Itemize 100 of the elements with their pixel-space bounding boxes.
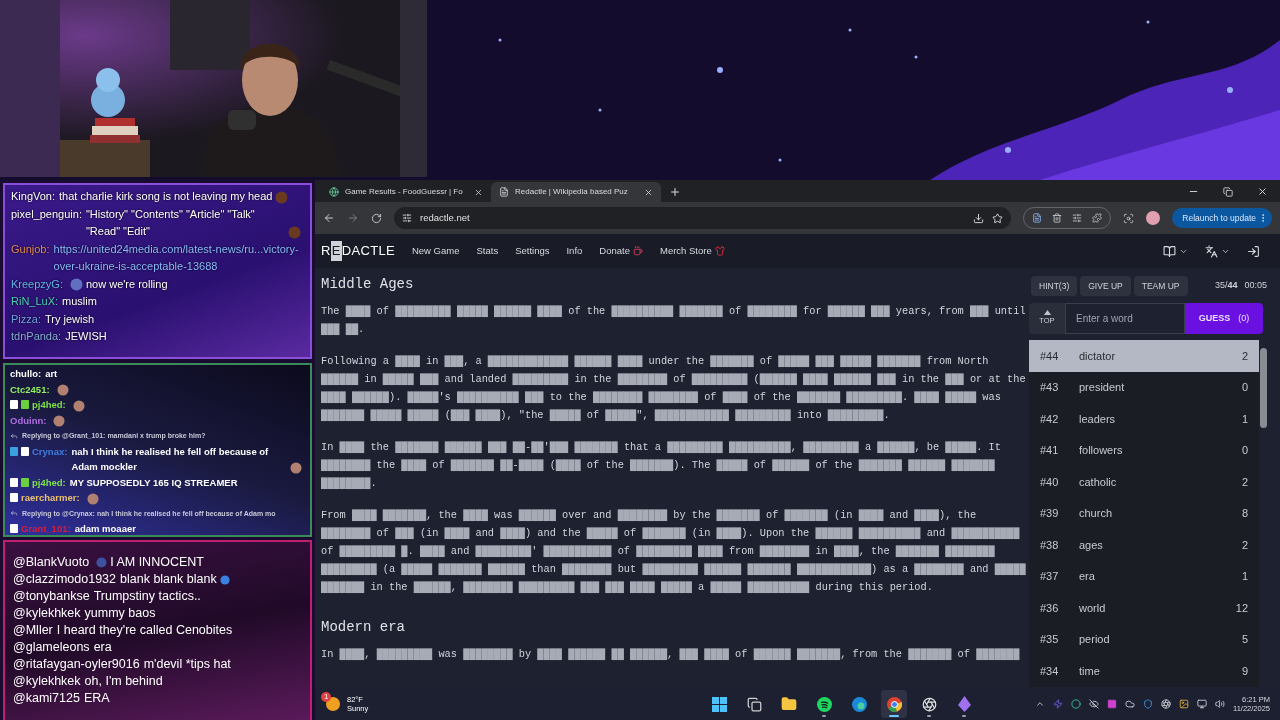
hit-count: 5	[1241, 632, 1249, 647]
chat-text: nah I think he realised he fell off because of Adam mockler	[71, 444, 270, 474]
chat-text: m'devil *tips hat	[143, 656, 231, 673]
guess-word: era	[1079, 569, 1096, 584]
chat-username: @Mller	[13, 622, 53, 639]
chat-text: adam moaaer	[74, 522, 136, 535]
browser-tab[interactable]: Redactle | Wikipedia based Puz	[491, 182, 661, 202]
guess-number: #42	[1040, 411, 1060, 427]
chat-text: muslim	[62, 294, 97, 309]
chat-text: JEWISH	[65, 329, 107, 344]
chat-username: pj4hed:	[32, 475, 66, 490]
chat-username: @glameleons	[13, 639, 90, 656]
chat-text: I heard they're called Cenobites	[56, 622, 233, 639]
guess-input[interactable]: Enter a word	[1065, 303, 1185, 334]
guess-word: time	[1079, 663, 1101, 679]
notification-badge: 1	[321, 692, 332, 702]
guess-row[interactable]: #34 time 9	[1029, 655, 1260, 687]
section-heading: Modern era	[321, 618, 406, 636]
guess-row[interactable]: #35 period 5	[1029, 623, 1260, 655]
hit-count: 2	[1241, 537, 1249, 553]
chat-username: @kami7125	[13, 690, 80, 707]
chat-text: "History" "Contents" "Article" "Talk" "Read" "Edit"	[85, 206, 256, 239]
chat-username: KreepzyG:	[11, 276, 63, 292]
hit-count: 12	[1235, 600, 1249, 616]
hit-count: 9	[1241, 663, 1249, 679]
guess-number: #36	[1040, 600, 1060, 616]
guess-row[interactable]: #42 leaders 1	[1029, 403, 1260, 435]
hint-button[interactable]: HINT(3)	[1031, 276, 1078, 296]
progress-count: 35/44	[1214, 279, 1238, 293]
browser-tab[interactable]: Game Results - FoodGuessr | Fo	[321, 182, 491, 202]
section-heading: Middle Ages	[321, 275, 415, 293]
guess-row[interactable]: #39 church 8	[1029, 497, 1260, 529]
guess-number: #37	[1040, 569, 1060, 584]
guess-word: catholic	[1079, 474, 1118, 490]
team-up-button[interactable]: TEAM UP	[1133, 276, 1188, 296]
guess-number: #43	[1040, 380, 1060, 395]
chat-text: now we're rolling	[85, 276, 168, 292]
guess-row[interactable]: #44 dictator 2	[1029, 340, 1260, 372]
guess-number: #39	[1040, 506, 1060, 521]
guess-number: #35	[1040, 632, 1060, 647]
chat-text: that charlie kirk song is not leaving my head	[59, 189, 273, 204]
guess-word: dictator	[1079, 348, 1117, 364]
guess-row[interactable]: #36 world 12	[1029, 592, 1260, 624]
timer: 00:05	[1244, 279, 1267, 293]
chat-username: Oduinn:	[10, 413, 47, 428]
guess-word: ages	[1079, 537, 1104, 553]
guess-row[interactable]: #40 catholic 2	[1029, 466, 1260, 498]
guess-row[interactable]: #38 ages 2	[1029, 529, 1260, 561]
hit-count: 2	[1241, 474, 1249, 490]
chat-username: RiN_LuX:	[11, 294, 59, 309]
nav-link[interactable]: Settings	[515, 243, 550, 259]
guess-number: #38	[1040, 537, 1060, 553]
chat-text: ERA	[83, 690, 110, 707]
hit-count: 2	[1241, 348, 1249, 364]
guess-word: president	[1079, 380, 1126, 395]
guess-row[interactable]: #41 followers 0	[1029, 434, 1260, 466]
chat-username: KingVon:	[11, 189, 56, 204]
chat-link[interactable]: https://united24media.com/latest-news/ru...victory-over-ukraine-is-acceptable-13688	[53, 240, 304, 276]
logo-text[interactable]: DACTLE	[341, 241, 395, 261]
guess-word: followers	[1079, 443, 1124, 458]
hit-count: 0	[1241, 380, 1249, 395]
nav-link[interactable]: Stats	[476, 243, 499, 259]
nav-link[interactable]: Merch Store	[659, 243, 725, 259]
chat-username: @ritafaygan-oyler9016	[13, 656, 140, 673]
nav-link[interactable]: Info	[566, 243, 583, 259]
guess-row[interactable]: #43 president 0	[1029, 371, 1260, 403]
chat-username: chullo:	[10, 367, 42, 381]
logo-highlight[interactable]: E	[330, 241, 342, 261]
nav-link[interactable]: Donate	[599, 243, 643, 259]
chat-username: @tonybankse	[13, 588, 90, 605]
relaunch-button[interactable]: Relaunch to update	[1172, 208, 1272, 228]
chat-username: raercharmer:	[21, 491, 80, 505]
chat-username: Gunjob:	[11, 241, 50, 257]
chat-text: oh, I'm behind	[84, 673, 163, 690]
article-paragraph: In ████, █████████ was ████████ by ████ ██████ ██ ██████, ███ ████ of ██████ ███████, from the ███████ of ███████	[321, 647, 1021, 662]
address-bar[interactable]: redactle.net	[394, 207, 1012, 229]
logo-text[interactable]: R	[321, 241, 331, 261]
guess-row[interactable]: #37 era 1	[1029, 560, 1260, 592]
chat-text: yummy baos	[84, 605, 156, 622]
chat-text: Try jewish	[44, 311, 95, 327]
give-up-button[interactable]: GIVE UP	[1080, 276, 1131, 296]
chat-text: art	[45, 367, 58, 381]
hit-count: 1	[1241, 411, 1249, 427]
guess-number: #44	[1040, 348, 1060, 364]
hit-count: 8	[1241, 506, 1249, 521]
guess-number: #34	[1040, 663, 1060, 679]
guess-button[interactable]: GUESS (0)	[1185, 303, 1263, 334]
chat-text: blank blank blank	[120, 571, 217, 588]
guess-word: church	[1079, 506, 1114, 521]
article-paragraph: Following a ████ in ███, a █████████████ ██████ ████ under the ███████ of █████ ███ █████ ███████ from North ██████ in █████ ███ and landed █████████ in the ████████ of █████████ (██████ ████ ██████ ███ in the ███ or at the ████ ██████). █████'s ██████████ ███ to the ████████ ████████ of ████ of the ███████ █████████. ████ █████ was ███████ █████ █████ (███ ████), "the █████ of █████", ████████████ █████████ into █████████.	[321, 354, 1027, 423]
chat-username: Ctc2451:	[10, 382, 50, 397]
article-paragraph: In ████ the ███████ ██████ ███ ██-██'███ ███████ that a █████████ ██████████, █████████ a ██████, be █████. It ████████ the ████ of ███████ ██-████ (████ of the ███████). The █████ of ██████ of the ███████ ██████ ███████ ████████.	[321, 440, 1002, 491]
chat-username: tdnPanda:	[11, 329, 62, 344]
chat-username: Crynax:	[32, 444, 68, 459]
guess-number: #41	[1040, 443, 1060, 458]
chat-username: Grant_101:	[21, 522, 71, 535]
chat-text: I AM INNOCENT	[110, 554, 204, 571]
nav-link[interactable]: New Game	[411, 243, 460, 259]
chat-text: era	[93, 639, 112, 656]
chat-username: pixel_penguin:	[11, 206, 82, 222]
